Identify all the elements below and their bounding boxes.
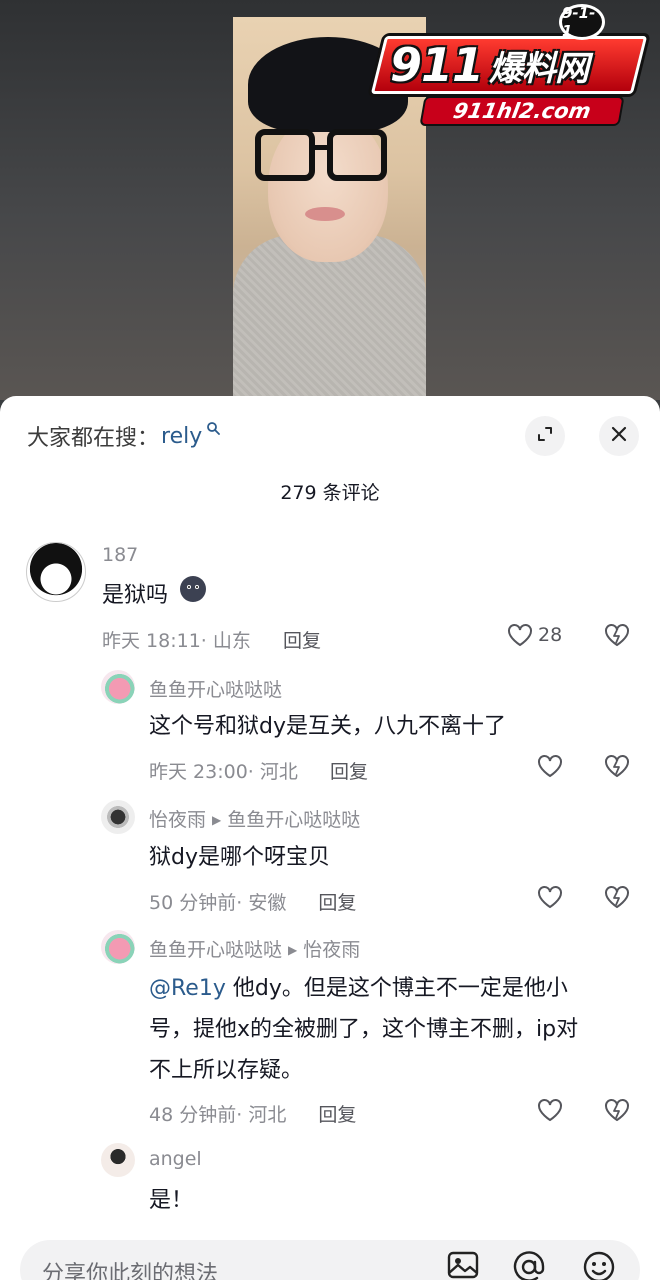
dislike-icon bbox=[603, 624, 631, 652]
like-button[interactable] bbox=[536, 753, 564, 779]
video-glasses-bridge bbox=[313, 145, 329, 150]
comment-sheet: 大家都在搜： rely 279 条评论 187 是狱吗 昨天 18:11· 山东… bbox=[0, 396, 660, 1280]
comment-time: 50 分钟前 bbox=[149, 892, 237, 914]
avatar[interactable] bbox=[101, 1143, 135, 1177]
logo-badge: 9-1-1 bbox=[559, 4, 605, 40]
comment-location: 山东 bbox=[212, 630, 251, 652]
comment-meta: 昨天 18:11· 山东 回复 bbox=[102, 630, 321, 652]
comment-text: 是狱吗 bbox=[102, 575, 207, 617]
comment-text: @Re1y 他dy。但是这个博主不一定是他小 号，提他x的全被删了，这个博主不删… bbox=[149, 968, 578, 1091]
dislike-icon bbox=[603, 886, 631, 914]
at-icon[interactable] bbox=[512, 1250, 546, 1280]
dislike-button[interactable] bbox=[603, 622, 631, 652]
dark-face-emoji-icon bbox=[179, 575, 207, 617]
logo-text: 911 爆料网 bbox=[390, 36, 589, 94]
dislike-button[interactable] bbox=[603, 753, 631, 783]
avatar[interactable] bbox=[101, 800, 135, 834]
dislike-icon bbox=[603, 755, 631, 783]
comment-text-content: 是狱吗 bbox=[102, 583, 169, 608]
like-button[interactable]: 28 bbox=[506, 622, 562, 648]
comment-time: 48 分钟前 bbox=[149, 1104, 237, 1126]
comment-meta: 48 分钟前· 河北 回复 bbox=[149, 1104, 357, 1126]
trending-search-keyword[interactable]: rely bbox=[161, 424, 202, 449]
reply-button[interactable]: 回复 bbox=[283, 630, 321, 652]
emoji-icon[interactable] bbox=[582, 1250, 616, 1280]
comment-text-line: 号，提他x的全被删了，这个博主不删，ip对 bbox=[149, 1017, 579, 1042]
close-button[interactable] bbox=[599, 416, 639, 456]
comment-count: 279 条评论 bbox=[280, 482, 380, 504]
image-icon[interactable] bbox=[446, 1250, 480, 1280]
video-glasses-left bbox=[255, 129, 315, 181]
video-glasses-right bbox=[327, 129, 387, 181]
comment-username[interactable]: 鱼鱼开心哒哒哒 bbox=[149, 675, 282, 702]
like-button[interactable] bbox=[536, 1097, 564, 1123]
comment-input-placeholder: 分享你此刻的想法 bbox=[42, 1262, 219, 1280]
reply-button[interactable]: 回复 bbox=[330, 761, 368, 783]
video-lips-shape bbox=[305, 207, 345, 221]
trending-search[interactable]: 大家都在搜： rely bbox=[27, 420, 221, 452]
like-icon bbox=[536, 884, 564, 910]
reply-arrow-icon: ▶ bbox=[212, 813, 222, 827]
logo-url: 911hl2.com bbox=[419, 96, 625, 126]
trending-search-prefix: 大家都在搜： bbox=[27, 426, 160, 451]
comment-text-line: 不上所以存疑。 bbox=[149, 1058, 304, 1083]
like-icon bbox=[536, 753, 564, 779]
like-count: 28 bbox=[538, 624, 563, 646]
comment-text-line: 他dy。但是这个博主不一定是他小 bbox=[225, 976, 568, 1001]
reply-arrow-icon: ▶ bbox=[288, 943, 298, 957]
comment-meta: 昨天 23:00· 河北 回复 bbox=[149, 761, 368, 783]
dislike-icon bbox=[603, 1099, 631, 1127]
like-button[interactable] bbox=[536, 884, 564, 910]
like-icon bbox=[536, 1097, 564, 1123]
comment-text: 这个号和狱dy是互关，八九不离十了 bbox=[149, 714, 506, 739]
dislike-button[interactable] bbox=[603, 884, 631, 914]
expand-button[interactable] bbox=[525, 416, 565, 456]
comment-input[interactable]: 分享你此刻的想法 bbox=[20, 1240, 640, 1280]
mention-link[interactable]: @Re1y bbox=[149, 976, 226, 1001]
comment-location: 安徽 bbox=[248, 892, 287, 914]
comment-location: 河北 bbox=[259, 761, 298, 783]
comment-username-text: 怡夜雨 bbox=[149, 809, 207, 831]
reply-button[interactable]: 回复 bbox=[318, 892, 356, 914]
comment-username[interactable]: 鱼鱼开心哒哒哒 ▶ 怡夜雨 bbox=[149, 935, 360, 962]
search-icon bbox=[206, 421, 221, 439]
reply-to-username[interactable]: 怡夜雨 bbox=[303, 939, 360, 961]
like-icon bbox=[506, 622, 534, 648]
watermark-logo: 911 爆料网 9-1-1 911hl2.com bbox=[370, 2, 654, 132]
reply-to-username[interactable]: 鱼鱼开心哒哒哒 bbox=[227, 809, 360, 831]
comment-text: 是！ bbox=[149, 1188, 194, 1213]
logo-brand-number: 911 bbox=[390, 38, 484, 92]
avatar[interactable] bbox=[101, 670, 135, 704]
avatar[interactable] bbox=[26, 542, 86, 602]
comment-location: 河北 bbox=[248, 1104, 287, 1126]
comment-time: 昨天 18:11 bbox=[102, 630, 201, 652]
comment-time: 昨天 23:00 bbox=[149, 761, 248, 783]
reply-button[interactable]: 回复 bbox=[318, 1104, 356, 1126]
avatar[interactable] bbox=[101, 930, 135, 964]
comment-username[interactable]: angel bbox=[149, 1148, 202, 1170]
close-icon bbox=[609, 424, 629, 448]
comment-username[interactable]: 187 bbox=[102, 544, 138, 566]
comment-username-text: 鱼鱼开心哒哒哒 bbox=[149, 939, 283, 961]
comment-username[interactable]: 怡夜雨 ▶ 鱼鱼开心哒哒哒 bbox=[149, 805, 360, 832]
logo-brand-chinese: 爆料网 bbox=[489, 48, 589, 89]
expand-icon bbox=[535, 424, 555, 448]
comment-meta: 50 分钟前· 安徽 回复 bbox=[149, 892, 357, 914]
dislike-button[interactable] bbox=[603, 1097, 631, 1127]
comment-text: 狱dy是哪个呀宝贝 bbox=[149, 845, 330, 870]
